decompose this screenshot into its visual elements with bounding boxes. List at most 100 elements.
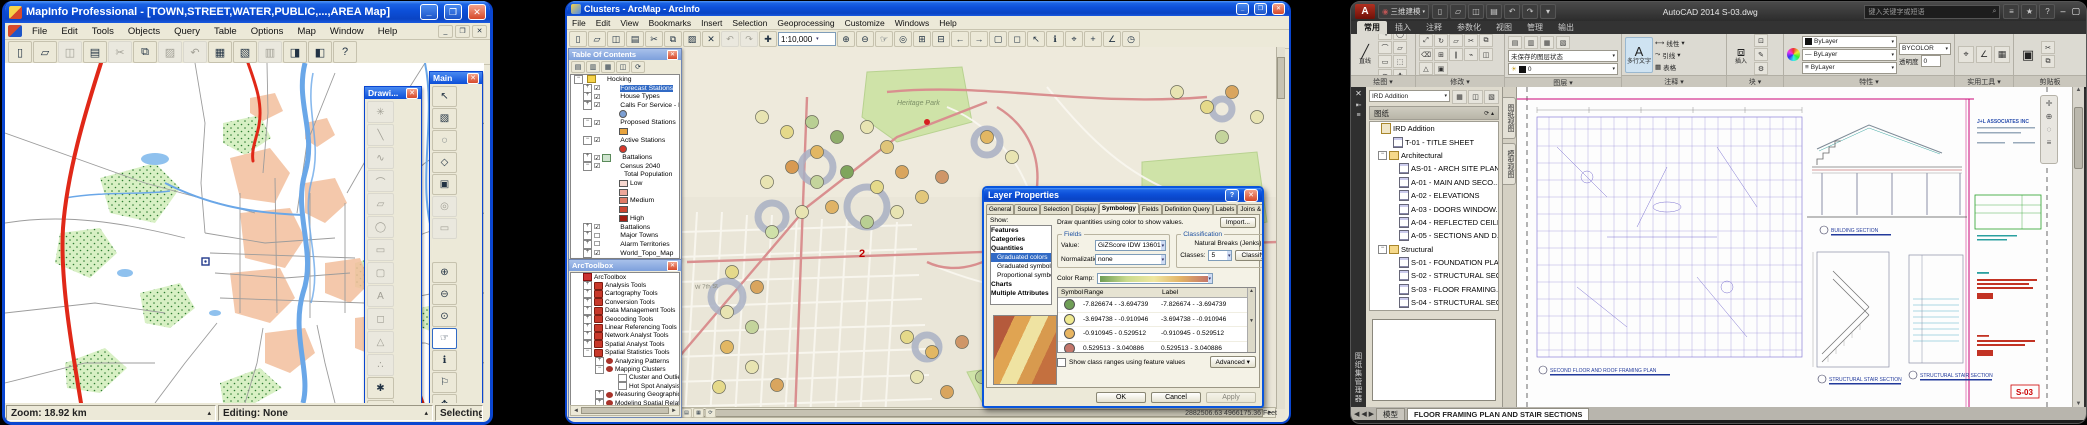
layer-checkbox[interactable]: ☑: [594, 162, 600, 170]
insert-block-tool[interactable]: ⧈插入: [1730, 45, 1752, 65]
menu-item[interactable]: View: [615, 18, 643, 28]
main-tool-button[interactable]: ▣: [432, 174, 457, 195]
expand-icon[interactable]: +: [583, 223, 592, 232]
toolbar-button[interactable]: ▦: [208, 41, 232, 63]
modify-tool-icon[interactable]: ⤢: [1419, 34, 1433, 47]
menu-item[interactable]: Edit: [54, 25, 84, 38]
expand-icon[interactable]: −: [583, 348, 592, 357]
toolbox-label[interactable]: Linear Referencing Tools: [605, 324, 677, 331]
toolbox-label[interactable]: Measuring Geographic Distributions: [615, 391, 680, 398]
minimize-button[interactable]: _: [1236, 3, 1249, 15]
expand-icon[interactable]: [1390, 179, 1397, 186]
toc-layer-row[interactable]: + ☐ Major Towns: [571, 231, 679, 240]
sheet-row[interactable]: A-01 - MAIN AND SECO...: [1370, 176, 1498, 189]
menu-item[interactable]: Help: [371, 25, 405, 38]
col-label[interactable]: Label: [1162, 289, 1178, 296]
tool-button[interactable]: ⊟: [932, 31, 950, 47]
mtext-tool[interactable]: A多行文字: [1625, 37, 1653, 73]
modify-tool-icon[interactable]: ◫: [1479, 48, 1493, 61]
toolbox-label[interactable]: Spatial Analyst Tools: [605, 341, 665, 348]
color-combo[interactable]: ByLayer▾: [1802, 36, 1897, 48]
expand-icon[interactable]: [1372, 125, 1379, 132]
status-zoom[interactable]: Zoom: 18.92 km▴: [6, 405, 216, 421]
main-tool-button[interactable]: ↖: [432, 86, 457, 107]
infocenter-button[interactable]: ?: [2039, 4, 2055, 19]
arcmap-map-area[interactable]: 2 Heritage Park Harrison Field Park W 7t…: [567, 47, 1285, 418]
layer-checkbox[interactable]: ☑: [594, 223, 600, 231]
tool-button[interactable]: ▢: [989, 31, 1007, 47]
layer-checkbox[interactable]: ☑: [594, 249, 600, 257]
tool-button[interactable]: ←: [951, 31, 969, 47]
main-tool-button[interactable]: ⚐: [432, 372, 457, 393]
tool-button[interactable]: ◎: [894, 31, 912, 47]
draw-tool-icon[interactable]: ▭: [1378, 55, 1392, 68]
sheet-row[interactable]: S-02 - STRUCTURAL SEC...: [1370, 269, 1498, 282]
layer-checkbox[interactable]: ☑: [594, 119, 600, 127]
main-toolbar-titlebar[interactable]: Main ✕: [430, 72, 482, 84]
quick-access-button[interactable]: ▱: [1450, 4, 1466, 19]
toc-layer-row[interactable]: Total Population: [571, 171, 679, 180]
help-icon[interactable]: ?: [1225, 189, 1239, 202]
draw-tool-icon[interactable]: ⌒: [1378, 41, 1392, 54]
layer-label[interactable]: Battalions: [622, 154, 652, 161]
sheetset-toolbar-button[interactable]: ▦: [1452, 90, 1467, 104]
classes-combo[interactable]: 5▾: [1208, 250, 1232, 261]
menu-item[interactable]: Insert: [696, 18, 727, 28]
block-tool-icon[interactable]: ⚙: [1754, 62, 1768, 75]
tool-button[interactable]: ⊖: [856, 31, 874, 47]
layout-tab-arrows[interactable]: ◀ ◀ ▶: [1354, 410, 1374, 418]
expand-icon[interactable]: [574, 274, 581, 281]
sheet-label[interactable]: T-01 - TITLE SHEET: [1405, 138, 1474, 147]
menu-item[interactable]: File: [567, 18, 591, 28]
toc-toolbar-button[interactable]: ▤: [571, 61, 585, 73]
toc-layer-row[interactable]: [571, 205, 679, 214]
menu-item[interactable]: Map: [290, 25, 322, 38]
zoom-icon[interactable]: ⊕: [2046, 112, 2053, 121]
expand-icon[interactable]: +: [583, 240, 592, 249]
sheet-label[interactable]: A-04 - REFLECTED CEILI...: [1411, 218, 1498, 227]
sheetset-combo[interactable]: IRD Addition▾: [1369, 90, 1450, 102]
drawing-tool-button[interactable]: ∿: [367, 147, 394, 169]
drawing-tool-button[interactable]: ◻: [367, 308, 394, 330]
apply-button[interactable]: Apply: [1206, 392, 1256, 403]
arctoolbox-titlebar[interactable]: ArcToolbox✕: [569, 260, 681, 271]
toc-layer-row[interactable]: [571, 127, 679, 136]
drawing-tool-button[interactable]: ✳: [367, 101, 394, 123]
toolbar-button[interactable]: ▧: [233, 41, 257, 63]
sheetset-toolbar-button[interactable]: ▧: [1484, 90, 1499, 104]
menu-item[interactable]: Selection: [727, 18, 772, 28]
sheet-row[interactable]: S-04 - STRUCTURAL SEC...: [1370, 296, 1498, 309]
dialog-tab[interactable]: Display: [1072, 204, 1099, 214]
color-ramp-combo[interactable]: ▾: [1097, 273, 1213, 284]
modify-tool-icon[interactable]: △: [1419, 62, 1433, 75]
modify-tool-icon[interactable]: ▱: [1449, 34, 1463, 47]
mdi-restore-button[interactable]: ❐: [455, 25, 470, 38]
layer-label[interactable]: Major Towns: [620, 232, 658, 239]
menu-item[interactable]: Options: [244, 25, 291, 38]
show-item[interactable]: Graduated symbols: [991, 262, 1051, 271]
toc-toolbar-button[interactable]: ◫: [616, 61, 630, 73]
drawing-toolbar-titlebar[interactable]: Drawi... ✕: [365, 87, 421, 99]
quick-access-button[interactable]: ↷: [1522, 4, 1538, 19]
layer-label[interactable]: High: [630, 215, 644, 222]
sheet-row[interactable]: − Architectural: [1370, 149, 1498, 162]
toc-layer-row[interactable]: − ☑ Census 2040: [571, 162, 679, 171]
menu-item[interactable]: Query: [167, 25, 207, 38]
ribbon-tab[interactable]: 注释: [1419, 21, 1449, 34]
tool-button[interactable]: ◻: [1008, 31, 1026, 47]
expand-icon[interactable]: [1390, 219, 1397, 226]
show-item[interactable]: Multiple Attributes: [991, 289, 1051, 298]
tool-button[interactable]: ◷: [1122, 31, 1140, 47]
layout-tab-active[interactable]: FLOOR FRAMING PLAN AND STAIR SECTIONS: [1407, 408, 1589, 420]
expand-icon[interactable]: −: [574, 75, 583, 84]
toolbar-button[interactable]: ▱: [588, 31, 606, 47]
workspace-combo[interactable]: ◉三维建模▾: [1378, 4, 1429, 19]
draw-tool-icon[interactable]: ▱: [1393, 41, 1407, 54]
expand-icon[interactable]: [1390, 192, 1397, 199]
layer-tool-icon[interactable]: ▤: [1508, 36, 1522, 49]
expand-icon[interactable]: −: [583, 118, 592, 127]
modify-tool-icon[interactable]: ▣: [1434, 62, 1448, 75]
sheet-label[interactable]: AS-01 - ARCH SITE PLAN: [1411, 164, 1498, 173]
toolbar-button[interactable]: ?: [333, 41, 357, 63]
model-tab[interactable]: 模型: [1376, 408, 1405, 420]
